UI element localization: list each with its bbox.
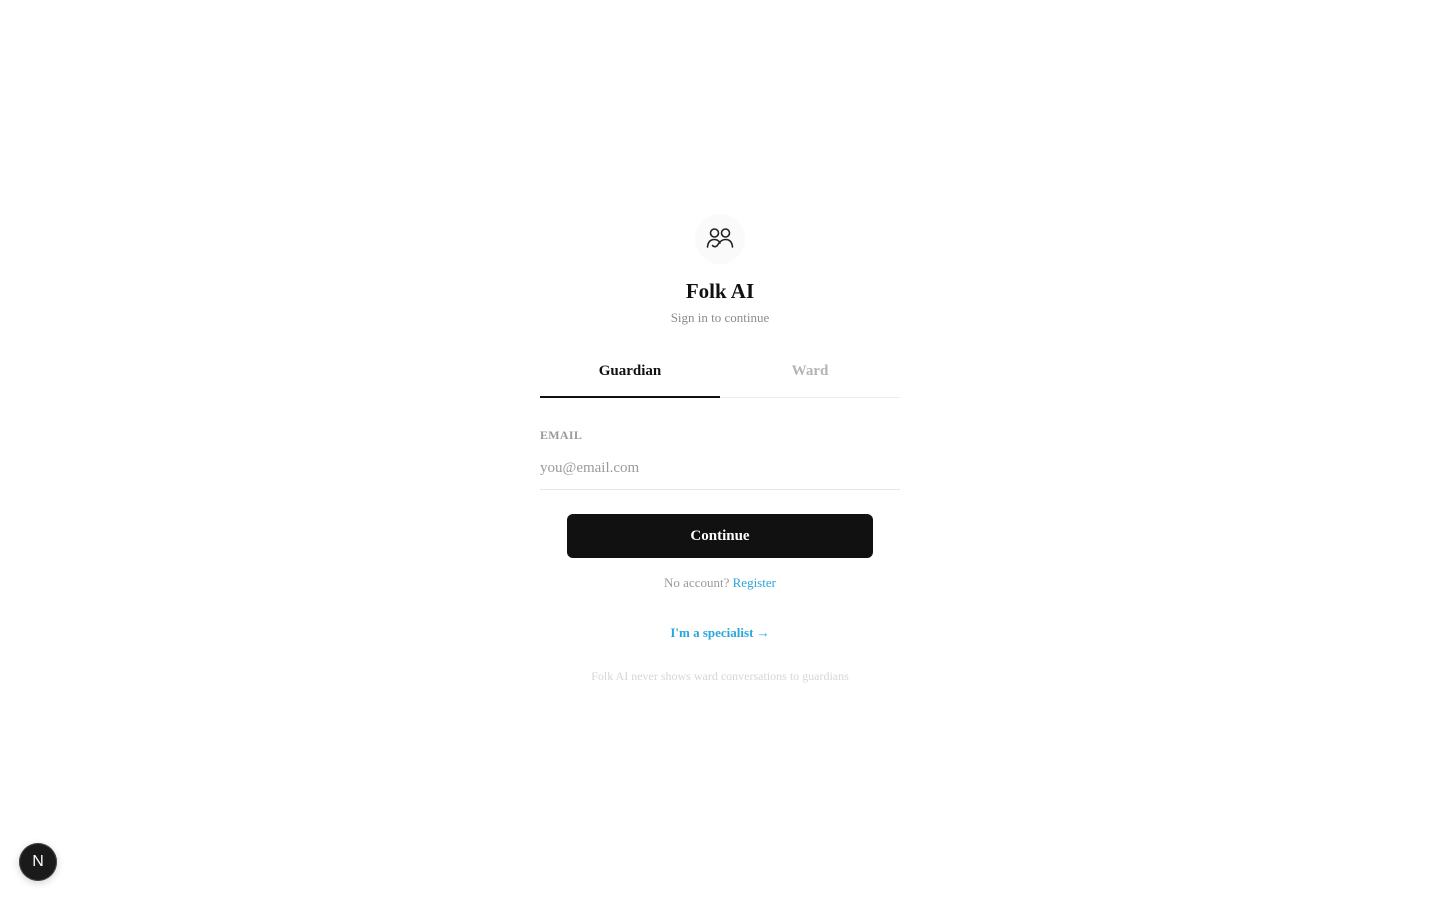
page-subtitle: Sign in to continue xyxy=(670,310,770,325)
privacy-note: Folk AI never shows ward conversations t… xyxy=(591,669,849,683)
login-page: Folk AI Sign in to continue Guardian War… xyxy=(0,0,1440,900)
continue-button[interactable]: Continue xyxy=(567,514,873,558)
login-card: Folk AI Sign in to continue Guardian War… xyxy=(540,214,900,684)
nextjs-icon[interactable]: N xyxy=(19,843,57,881)
role-tabs: Guardian Ward xyxy=(540,354,900,398)
register-link[interactable]: Register xyxy=(733,575,776,590)
page-title: Folk AI xyxy=(685,279,755,303)
no-account-text: No account? xyxy=(664,575,730,590)
app-logo xyxy=(695,214,745,264)
email-input[interactable] xyxy=(540,454,900,490)
two-people-icon xyxy=(706,228,734,248)
tab-guardian[interactable]: Guardian xyxy=(540,354,720,398)
dev-badge-letter: N xyxy=(32,853,44,870)
email-field-group: EMAIL xyxy=(540,428,900,490)
email-label: EMAIL xyxy=(540,428,583,442)
register-row: No account? Register xyxy=(664,575,776,591)
specialist-link[interactable]: I'm a specialist → xyxy=(670,625,769,641)
tab-ward[interactable]: Ward xyxy=(720,354,900,397)
